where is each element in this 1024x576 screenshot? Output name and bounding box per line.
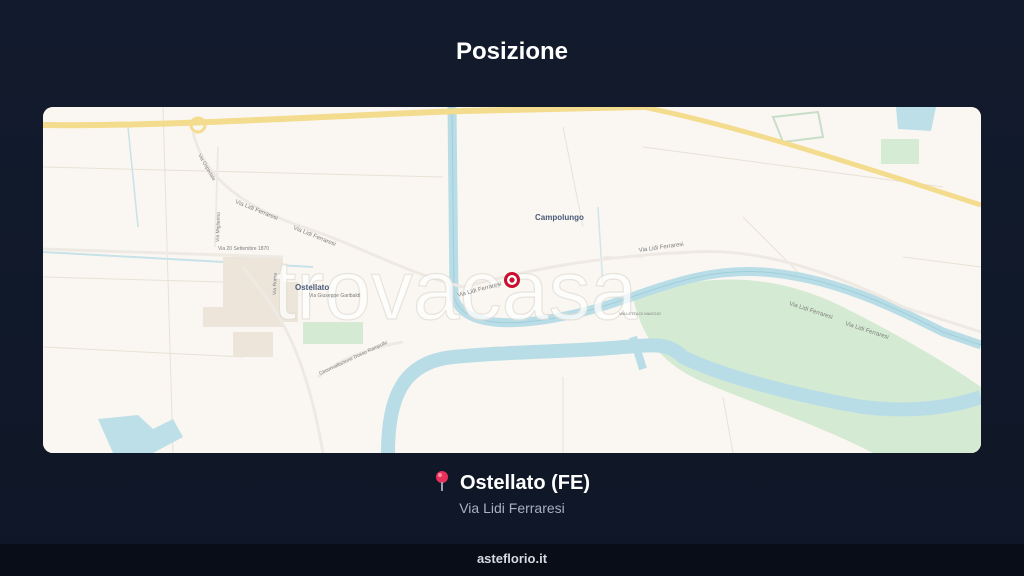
location-city: Ostellato (FE) xyxy=(459,472,590,494)
map-label-via-20-settembre: Via 20 Settembre 1870 xyxy=(218,246,269,252)
map-label-via-migliarino: Via Migliarino xyxy=(215,212,222,242)
page-title: Posizione xyxy=(455,38,569,65)
footer: asteflorio.it xyxy=(0,544,1024,576)
footer-site[interactable]: asteflorio.it xyxy=(477,551,547,566)
location-line: Ostellato (FE) xyxy=(0,470,1024,495)
location-address: Via Lidi Ferraresi xyxy=(459,500,565,516)
map-label-campolungo: Campolungo xyxy=(535,213,584,222)
map-label-valletta: VALLETTA DI MAGGIO xyxy=(619,311,661,316)
map-label-ostellato: Ostellato xyxy=(295,283,329,292)
map-pin-icon xyxy=(435,471,448,491)
map-canvas[interactable]: trovacasa Ostellato Campolungo Via Giuse… xyxy=(43,107,981,453)
map-label-via-roma: Via Roma xyxy=(272,273,279,295)
map-view[interactable]: trovacasa Ostellato Campolungo Via Giuse… xyxy=(43,107,981,453)
map-label-via-garibaldi: Via Giuseppe Garibaldi xyxy=(309,293,360,299)
property-marker[interactable] xyxy=(504,272,520,288)
